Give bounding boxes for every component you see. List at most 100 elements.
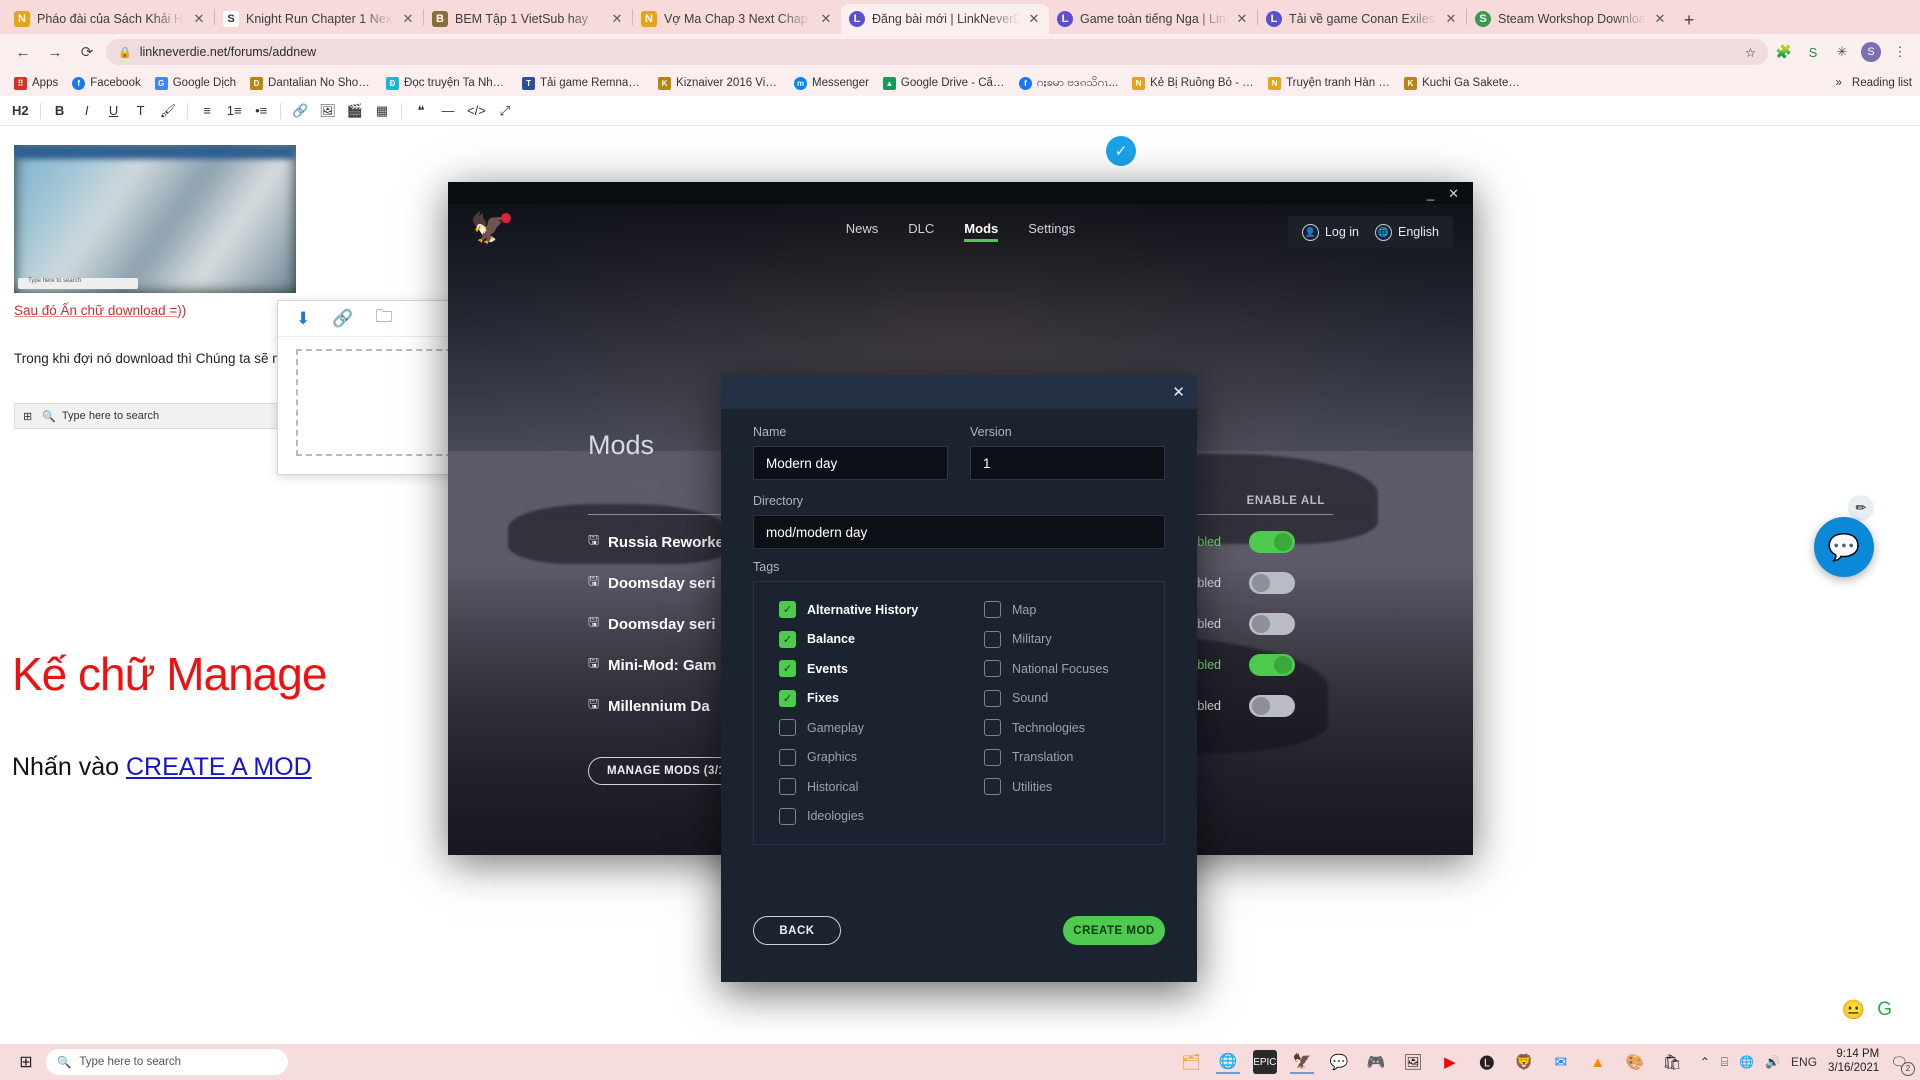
heading-format-button[interactable]: H2 [8, 100, 33, 122]
quote-icon[interactable]: ❝ [409, 100, 433, 122]
launcher-titlebar[interactable]: _ ✕ [448, 182, 1473, 204]
epic-games-icon[interactable]: EPIC [1252, 1050, 1277, 1074]
tag-checkbox-row[interactable]: Gameplay [779, 713, 959, 743]
volume-icon[interactable]: 🔊 [1765, 1055, 1780, 1069]
bookmark-item[interactable]: G Google Dịch [149, 75, 242, 92]
bookmark-item[interactable]: f ဂႏၶမာ ဗဒၵသိဂၤ... [1013, 73, 1124, 94]
link-icon[interactable]: 🔗 [288, 100, 312, 122]
nav-item-mods[interactable]: Mods [964, 221, 998, 242]
folder-icon[interactable]: 🗀 [375, 304, 392, 333]
minimize-button[interactable]: _ [1427, 187, 1434, 200]
tag-checkbox-row[interactable]: Translation [984, 743, 1164, 773]
reading-list-button[interactable]: Reading list [1852, 77, 1912, 89]
hoi4-icon[interactable]: 🦅 [1289, 1050, 1314, 1074]
forward-button[interactable]: → [42, 39, 68, 65]
discord-icon[interactable]: 💬 [1327, 1050, 1351, 1074]
horizontal-rule-button[interactable]: — [436, 100, 460, 122]
checkbox-icon[interactable]: ✓ [779, 660, 796, 678]
bookmark-item[interactable]: N Kẻ Bị Ruồng Bỏ - tr... [1126, 75, 1260, 92]
fullscreen-button[interactable]: ⤢ [493, 100, 517, 122]
mod-enable-toggle[interactable] [1249, 572, 1295, 594]
tag-checkbox-row[interactable]: ✓ Balance [779, 625, 959, 655]
tab-close-icon[interactable]: ✕ [819, 11, 833, 27]
tab-close-icon[interactable]: ✕ [610, 11, 624, 27]
version-input[interactable]: 1 [970, 446, 1165, 480]
taskbar-search-input[interactable]: 🔍 Type here to search [46, 1049, 288, 1075]
menu-icon[interactable]: ⋮ [1890, 42, 1910, 62]
bookmark-item[interactable]: T Tải game Remnant... [516, 75, 650, 92]
reload-button[interactable]: ⟳ [74, 39, 100, 65]
text-color-icon[interactable]: 🖌 [156, 100, 181, 122]
nav-item-dlc[interactable]: DLC [908, 221, 934, 242]
tag-checkbox-row[interactable]: Technologies [984, 713, 1164, 743]
create-a-mod-link[interactable]: CREATE A MOD [126, 753, 312, 781]
create-mod-button[interactable]: CREATE MOD [1063, 916, 1165, 945]
checkbox-icon[interactable]: ✓ [779, 630, 796, 648]
brave-icon[interactable]: 🦁 [1512, 1050, 1536, 1074]
messenger-icon[interactable]: ✉ [1549, 1050, 1573, 1074]
camera-icon[interactable]: ⌸ [1721, 1055, 1728, 1070]
store-icon[interactable]: 🛍 [1660, 1050, 1684, 1074]
upload-icon[interactable]: ⬇ [296, 309, 310, 329]
tag-checkbox-row[interactable]: ✓ Fixes [779, 684, 959, 714]
browser-tab[interactable]: L Tải về game Conan Exiles - ✕ [1258, 4, 1466, 34]
youtube-icon[interactable]: ▶ [1438, 1050, 1462, 1074]
photos-icon[interactable]: 🖼 [1401, 1050, 1425, 1074]
tab-close-icon[interactable]: ✕ [192, 11, 206, 27]
align-button[interactable]: ≡ [195, 100, 219, 122]
new-tab-button[interactable]: + [1675, 6, 1703, 34]
mod-enable-toggle[interactable] [1249, 613, 1295, 635]
nav-item-settings[interactable]: Settings [1028, 221, 1075, 242]
bookmark-item[interactable]: D Dantalian No Shoka... [244, 75, 378, 92]
bookmark-item[interactable]: m Messenger [788, 75, 875, 92]
back-button[interactable]: ← [10, 39, 36, 65]
browser-tab[interactable]: S Steam Workshop Download ✕ [1467, 4, 1675, 34]
vlc-icon[interactable]: ▲ [1586, 1050, 1610, 1074]
checkbox-icon[interactable]: ✓ [779, 689, 796, 707]
checkbox-icon[interactable] [984, 778, 1001, 796]
tab-close-icon[interactable]: ✕ [1235, 11, 1249, 27]
browser-tab[interactable]: B BEM Tập 1 VietSub hay ✕ [424, 4, 632, 34]
close-button[interactable]: ✕ [1448, 187, 1459, 200]
notification-center-icon[interactable]: 🗨 2 [1890, 1054, 1915, 1076]
checkbox-icon[interactable] [779, 719, 796, 737]
sync-icon[interactable]: S [1803, 42, 1823, 62]
puzzle-icon[interactable]: ✳ [1832, 42, 1852, 62]
steam-icon[interactable]: 🎮 [1364, 1050, 1388, 1074]
bookmark-item[interactable]: f Facebook [66, 75, 147, 92]
checkbox-icon[interactable] [984, 719, 1001, 737]
ordered-list-button[interactable]: 1≡ [222, 100, 246, 122]
code-button[interactable]: </> [463, 100, 490, 122]
bullet-list-button[interactable]: •≡ [249, 100, 273, 122]
italic-button[interactable]: I [75, 100, 99, 122]
extension-icon[interactable]: 🧩 [1774, 42, 1794, 62]
checkbox-icon[interactable] [984, 601, 1001, 619]
checkbox-icon[interactable] [779, 807, 796, 825]
tag-checkbox-row[interactable]: Graphics [779, 743, 959, 773]
network-icon[interactable]: 🌐 [1739, 1055, 1754, 1069]
start-button[interactable]: ⊞ [6, 1044, 46, 1080]
emoji-face-icon[interactable]: 😐 [1842, 998, 1866, 1022]
mod-enable-toggle[interactable] [1249, 654, 1295, 676]
link-icon[interactable]: 🔗 [332, 309, 353, 329]
browser-tab[interactable]: N Pháo đài của Sách Khải Huy ✕ [6, 4, 214, 34]
bookmark-item[interactable]: Đ Đọc truyện Ta Nhất... [380, 75, 514, 92]
browser-tab-active[interactable]: L Đăng bài mới | LinkNeverDi ✕ [841, 4, 1049, 34]
bookmark-item[interactable]: N Truyện tranh Hàn Q... [1262, 75, 1396, 92]
tab-close-icon[interactable]: ✕ [401, 11, 415, 27]
tag-checkbox-row[interactable]: Ideologies [779, 802, 959, 832]
browser-tab[interactable]: N Vợ Ma Chap 3 Next Chap 4 ✕ [633, 4, 841, 34]
tag-checkbox-row[interactable]: National Focuses [984, 654, 1164, 684]
modal-close-icon[interactable]: ✕ [1172, 383, 1185, 401]
nav-item-news[interactable]: News [846, 221, 879, 242]
taskbar-clock[interactable]: 9:14 PM 3/16/2021 [1828, 1048, 1879, 1076]
chrome-icon[interactable]: 🌐 [1215, 1050, 1240, 1074]
tag-checkbox-row[interactable]: Map [984, 595, 1164, 625]
table-icon[interactable]: ▦ [370, 100, 394, 122]
image-icon[interactable]: 🖼 [315, 100, 340, 122]
checkbox-icon[interactable]: ✓ [779, 601, 796, 619]
tag-checkbox-row[interactable]: Military [984, 625, 1164, 655]
tab-close-icon[interactable]: ✕ [1444, 11, 1458, 27]
tab-close-icon[interactable]: ✕ [1027, 11, 1041, 27]
grammarly-icon[interactable]: G [1877, 999, 1892, 1021]
